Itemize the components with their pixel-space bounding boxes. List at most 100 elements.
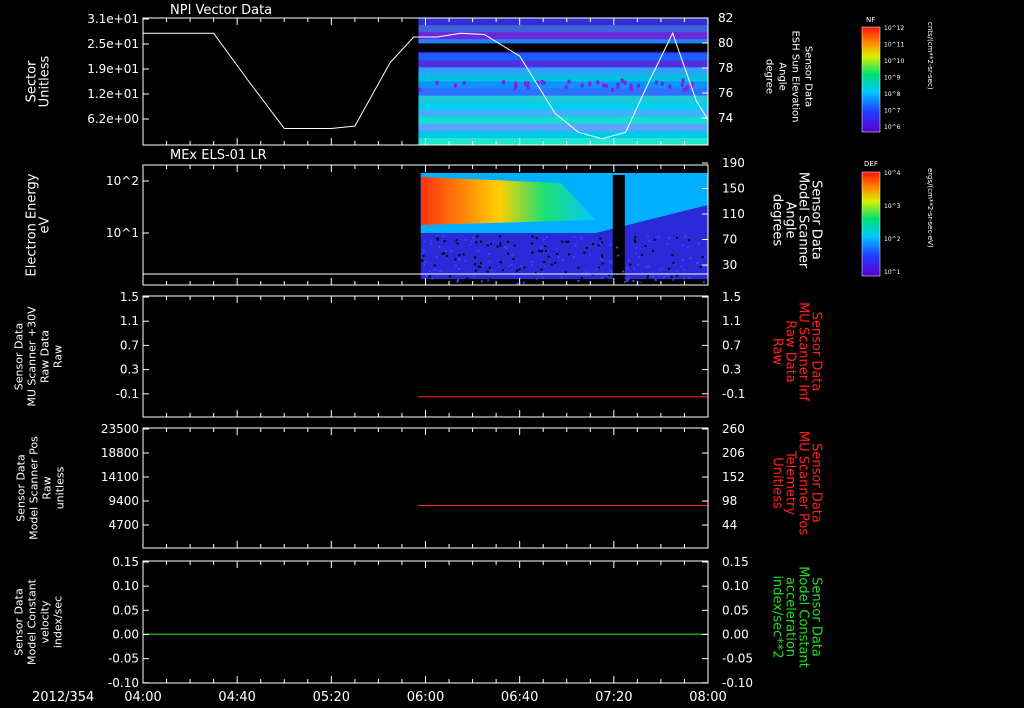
spectrogram-pixel [552,282,555,285]
colorbar-nf-title: NF [866,16,875,24]
spectrogram-pixel [672,278,675,281]
y-axis-label: Electron EnergyeV [25,173,53,276]
colorbar-nf-tick: 10^9 [884,75,901,82]
y-tick-label-right: 78 [718,61,733,75]
heatmap-cell [514,82,518,87]
y-axis-label: SectorUnitless [25,55,53,107]
spectrogram-pixel [464,259,467,262]
y-axis-label-right: Sensor DataMU Scanner PosTelemetryUnitle… [770,431,824,536]
spectrogram-pixel [599,257,602,260]
spectrogram-pixel [651,250,654,253]
y-axis-label-line: Raw [41,476,54,499]
spectrogram-pixel [455,264,458,267]
y-tick-label-right: -0.1 [722,387,745,401]
y-tick-label-right: 150 [722,182,745,196]
spectrogram-pixel [647,239,650,242]
spectrogram-pixel [639,280,642,283]
spectrogram-pixel [614,276,617,279]
spectrogram-pixel [583,251,586,254]
y-tick-label-right: 30 [722,258,737,272]
spectrogram-pixel [431,277,434,280]
y-axis-label: Sensor DataModel Scanner PosRawunitless [15,436,67,540]
colorbar-nf-tick: 10^12 [884,25,904,32]
spectrogram-pixel [477,249,480,252]
spectrogram-pixel [637,255,640,258]
spectrogram-pixel [614,281,617,284]
colorbar-def: DEF ergs/(cm**2-sr-sec-eV) [861,160,934,277]
spectrogram-pixel [599,237,602,240]
spectrogram-pixel [531,251,534,254]
x-tick-label: 06:40 [501,690,538,705]
spectrogram-pixel [701,256,704,259]
y-tick-label: -0.10 [108,676,139,690]
spectrogram-pixel [646,274,649,277]
heatmap-cell [602,83,606,88]
spectrogram-pixel [556,248,559,251]
spectrogram-pixel [438,246,441,249]
panel-frame [142,295,709,418]
spectrogram-pixel [612,257,615,260]
colorbar-nf-tick: 10^11 [884,42,904,49]
colorbar-def-tick: 10^4 [884,170,901,177]
colorbar-def-tick: 10^3 [884,203,901,210]
spectrogram-pixel [567,253,570,256]
spectrogram-pixel [580,276,583,279]
y-tick-label-right: 74 [718,111,733,125]
spectrogram-pixel [681,244,684,247]
spectrogram-pixel [580,236,583,239]
spectrogram-pixel [592,243,595,246]
heatmap-cell [454,83,458,88]
spectrogram-pixel [499,235,502,238]
spectrogram-pixel [654,278,657,281]
date-label: 2012/354 [32,690,94,705]
y-axis-label-right: Sensor DataMU Scanner InfRaw DataRaw [770,302,824,401]
y-tick-label-right: 0.00 [722,627,749,641]
spectrogram-pixel [610,261,613,264]
spectrogram-pixel [523,266,526,269]
spectrogram-pixel [503,282,506,285]
npi-heatmap [418,18,708,146]
spectrogram-pixel [472,236,475,239]
spectrogram-pixel [516,269,519,272]
spectrogram-pixel [474,269,477,272]
spectrogram-pixel [601,241,604,244]
spectrogram-pixel [428,275,431,278]
spectrogram-pixel [668,267,671,270]
y-tick-label-right: 260 [722,422,745,436]
spectrogram-pixel [522,281,525,284]
y-tick-label: -0.1 [116,387,139,401]
panel-frame [142,560,709,684]
y-axis-label-line: Model Scanner Pos [28,436,41,540]
spectrogram-pixel [433,268,436,271]
y-axis-label: Sensor DataMU Scanner +30VRaw DataRaw [13,306,65,407]
y-tick-label: 1.2e+01 [87,87,139,101]
spectrogram-pixel [433,264,436,267]
spectrogram-pixel [589,254,592,257]
spectrogram-pixel [676,269,679,272]
y-axis-label-right-line: degrees [770,194,785,247]
heatmap-cell [654,80,658,85]
spectrogram-pixel [653,238,656,241]
spectrogram-pixel [535,277,538,280]
spectrogram-pixel [585,247,588,250]
y-tick-label: 3.1e+01 [87,12,139,26]
spectrogram-pixel [550,263,553,266]
spectrogram-pixel [441,252,444,255]
colorbar-nf-tick: 10^8 [884,91,901,98]
spectrogram-pixel [670,275,673,278]
spectrogram-pixel [585,271,588,274]
spectrogram-pixel [573,256,576,259]
spectrogram-pixel [454,258,457,261]
spectrogram-pixel [634,241,637,244]
spectrogram-pixel [689,257,692,260]
spectrogram-pixel [680,265,683,268]
spectrogram-pixel [626,267,629,270]
y-axis-label-right-line: degree [764,59,775,94]
spectrogram-pixel [459,258,462,261]
spectrogram-pixel [457,257,460,260]
spectrogram-pixel [672,261,675,264]
y-axis-label-right: Sensor DataModel ScannerAngledegrees [770,172,824,269]
y-tick-label-right: 44 [722,518,737,532]
heatmap-cell [629,83,633,88]
spectrogram-pixel [428,270,431,273]
